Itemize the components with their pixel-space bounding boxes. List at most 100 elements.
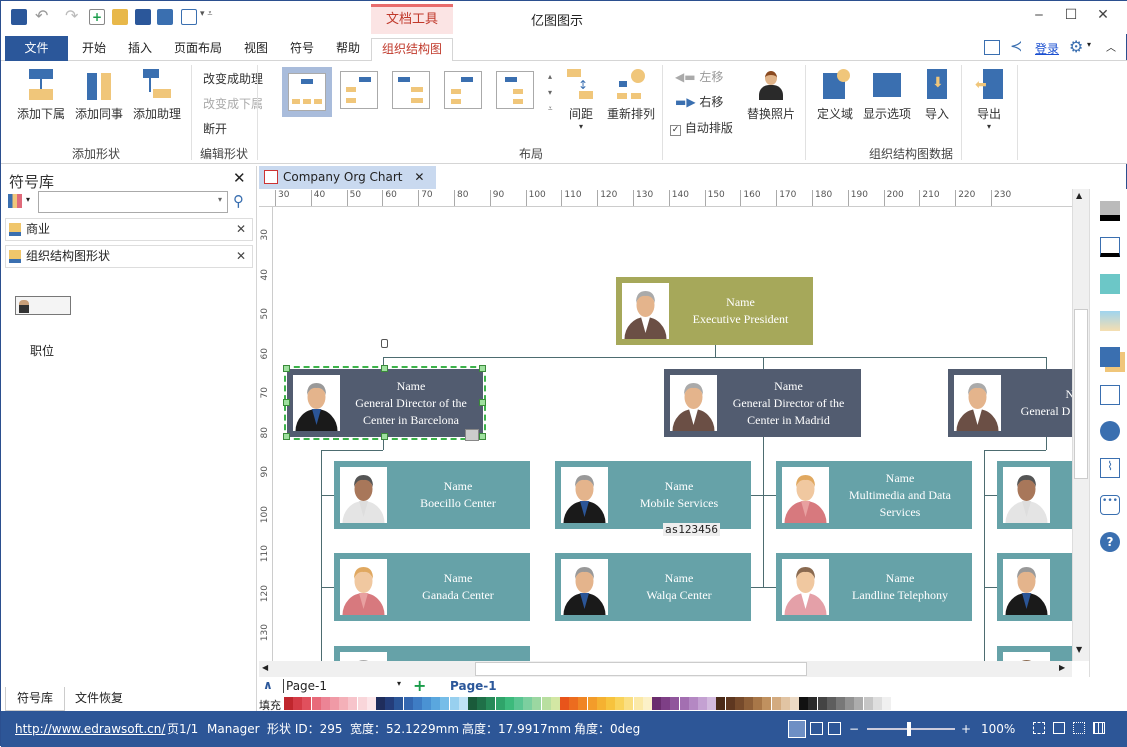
color-swatch[interactable] <box>302 697 312 710</box>
print-icon[interactable] <box>157 9 173 25</box>
color-swatch[interactable] <box>698 697 707 710</box>
color-swatch[interactable] <box>790 697 799 710</box>
selection-handle[interactable] <box>479 399 486 406</box>
color-swatch[interactable] <box>606 697 615 710</box>
share-icon[interactable]: ≺ <box>1010 37 1023 55</box>
layout-both-left-icon[interactable] <box>444 71 482 109</box>
library-item-org-shapes[interactable]: 组织结构图形状 ✕ <box>5 245 253 268</box>
redo-icon[interactable]: ↷ <box>65 8 81 25</box>
change-to-assistant-button[interactable]: 改变成助理 <box>203 70 263 87</box>
search-icon[interactable]: ⚲ <box>233 192 244 210</box>
color-swatch[interactable] <box>569 697 579 710</box>
panel-close-icon[interactable]: ✕ <box>233 169 246 187</box>
color-swatch[interactable] <box>780 697 790 710</box>
color-swatch[interactable] <box>532 697 542 710</box>
color-swatch[interactable] <box>422 697 431 710</box>
add-assistant-button[interactable]: 添加助理 <box>129 69 185 122</box>
color-swatch[interactable] <box>854 697 864 710</box>
add-page-icon[interactable]: + <box>413 676 426 695</box>
color-swatch[interactable] <box>725 697 735 710</box>
layers-icon[interactable] <box>1100 347 1120 367</box>
color-swatch[interactable] <box>882 697 891 710</box>
zoom-level[interactable]: 100% <box>981 711 1015 747</box>
color-swatch[interactable] <box>771 697 781 710</box>
login-link[interactable]: 登录 <box>1035 40 1059 57</box>
color-swatch[interactable] <box>688 697 698 710</box>
color-swatch[interactable] <box>707 697 717 710</box>
color-swatch[interactable] <box>845 697 855 710</box>
customize-quick-access-icon[interactable]: ▾ ⩡ <box>200 9 212 19</box>
color-swatch[interactable] <box>330 697 339 710</box>
tab-symbol-library[interactable]: 符号库 <box>5 687 65 711</box>
zoom-slider-thumb[interactable] <box>907 722 911 736</box>
hyperlink-globe-icon[interactable] <box>1100 421 1120 441</box>
fit-page-icon[interactable] <box>1033 722 1045 734</box>
color-swatch[interactable] <box>652 697 661 710</box>
lock-icon[interactable] <box>381 339 388 348</box>
color-swatch[interactable] <box>348 697 358 710</box>
color-swatch[interactable] <box>293 697 303 710</box>
minimize-button[interactable]: ‒ <box>1027 7 1051 27</box>
tab-page-layout[interactable]: 页面布局 <box>167 38 229 61</box>
color-swatch[interactable] <box>560 697 569 710</box>
color-swatch[interactable] <box>468 697 477 710</box>
color-swatch[interactable] <box>403 697 413 710</box>
rearrange-button[interactable]: 重新排列 <box>603 69 659 122</box>
org-node-walqa[interactable]: Name Walqa Center <box>555 553 751 621</box>
org-node-multimedia[interactable]: Name Multimedia and Data Services <box>776 461 972 529</box>
color-swatch[interactable] <box>284 697 293 710</box>
website-link[interactable]: http://www.edrawsoft.cn/ <box>15 711 165 747</box>
comment-icon[interactable]: ••• <box>1100 495 1120 515</box>
library-item-business[interactable]: 商业 ✕ <box>5 218 253 241</box>
library-close-icon[interactable]: ✕ <box>236 246 246 267</box>
page-select[interactable]: Page-1 ▾ <box>283 679 403 693</box>
color-swatch[interactable] <box>523 697 533 710</box>
position-shape-thumbnail[interactable] <box>15 296 71 315</box>
color-swatch[interactable] <box>320 697 330 710</box>
color-swatch[interactable] <box>863 697 873 710</box>
library-close-icon[interactable]: ✕ <box>236 219 246 240</box>
org-node-barcelona[interactable]: Name General Director of the Center in Ba… <box>283 339 486 441</box>
color-swatch[interactable] <box>762 697 772 710</box>
library-menu-dropdown-icon[interactable]: ▾ <box>26 195 30 204</box>
color-swatch[interactable] <box>836 697 845 710</box>
color-swatch[interactable] <box>670 697 680 710</box>
color-swatch[interactable] <box>366 697 376 710</box>
color-swatch[interactable] <box>339 697 349 710</box>
tab-file[interactable]: 文件 <box>5 36 68 61</box>
attachment-icon[interactable]: ⌇ <box>1100 458 1120 478</box>
tab-org-chart[interactable]: 组织结构图 <box>371 38 453 62</box>
org-node-r3c1[interactable]: Na <box>334 646 530 661</box>
org-node-ganada[interactable]: Name Ganada Center <box>334 553 530 621</box>
color-swatch[interactable] <box>716 697 726 710</box>
vertical-scroll-thumb[interactable] <box>1074 309 1088 479</box>
selection-handle[interactable] <box>381 365 388 372</box>
zoom-out-button[interactable]: − <box>849 711 859 747</box>
tab-view[interactable]: 视图 <box>235 38 277 61</box>
disconnect-button[interactable]: 断开 <box>203 120 227 137</box>
color-swatch[interactable] <box>357 697 367 710</box>
org-node-r3c4[interactable] <box>997 646 1072 661</box>
tab-help[interactable]: 帮助 <box>327 38 369 61</box>
color-swatch[interactable] <box>799 697 809 710</box>
org-node-boecillo[interactable]: Name Boecillo Center <box>334 461 530 529</box>
color-swatch[interactable] <box>376 697 385 710</box>
color-swatch[interactable] <box>679 697 689 710</box>
org-node-madrid[interactable]: Name General Director of the Center in Ma… <box>664 369 861 437</box>
color-swatch[interactable] <box>633 697 643 710</box>
selection-handle[interactable] <box>283 433 290 440</box>
color-swatch[interactable] <box>596 697 606 710</box>
document-tab-close-icon[interactable]: ✕ <box>414 170 424 184</box>
outline-view-icon[interactable] <box>810 722 823 735</box>
zoom-in-button[interactable]: + <box>961 711 971 747</box>
new-file-icon[interactable]: + <box>89 9 105 25</box>
color-swatch[interactable] <box>311 697 321 710</box>
zoom-slider[interactable] <box>867 722 955 736</box>
settings-dropdown-icon[interactable]: ▾ <box>1087 40 1091 49</box>
color-swatch[interactable] <box>486 697 496 710</box>
color-swatch[interactable] <box>412 697 422 710</box>
page-view-icon[interactable] <box>788 720 806 738</box>
color-swatch[interactable] <box>734 697 744 710</box>
annotation-text[interactable]: as123456 <box>663 523 720 536</box>
color-swatch[interactable] <box>449 697 459 710</box>
